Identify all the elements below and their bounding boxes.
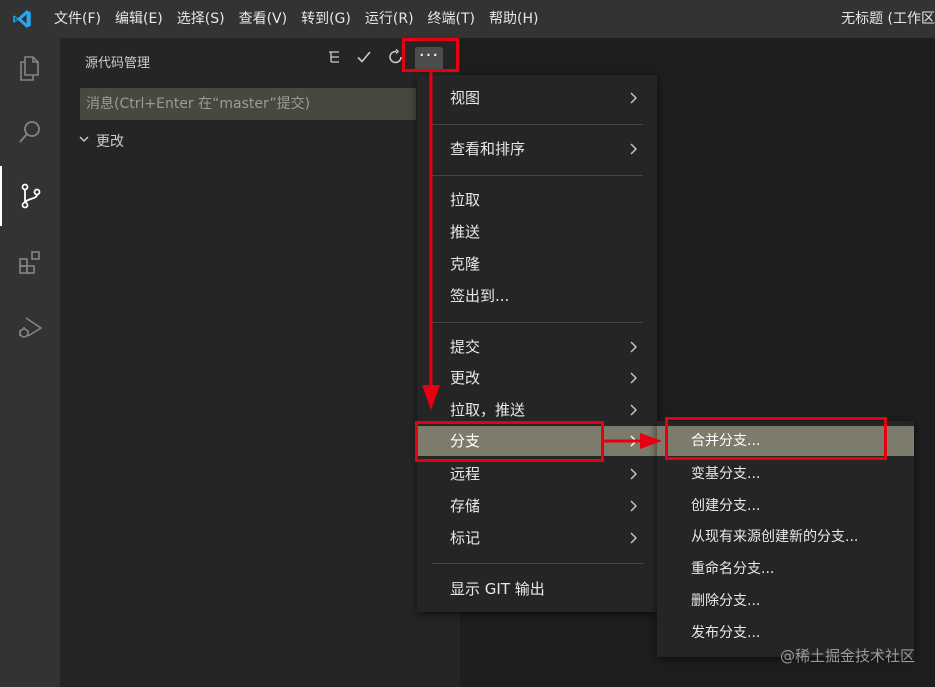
submenu-item-delete-branch[interactable]: 删除分支... xyxy=(657,586,914,616)
menu-separator xyxy=(432,322,643,323)
menu-view[interactable]: 查看(V) xyxy=(232,0,295,38)
menu-selection[interactable]: 选择(S) xyxy=(170,0,232,38)
menu-item-pull[interactable]: 拉取 xyxy=(417,185,657,215)
panel-title: 源代码管理 xyxy=(85,56,151,71)
chevron-down-icon xyxy=(78,133,90,149)
menu-item-remote[interactable]: 远程 xyxy=(417,459,657,489)
menu-item-checkout[interactable]: 签出到... xyxy=(417,281,657,311)
menu-item-label: 拉取，推送 xyxy=(450,401,526,419)
menu-item-label: 签出到... xyxy=(450,287,510,305)
submenu-item-create-branch[interactable]: 创建分支... xyxy=(657,491,914,521)
menu-separator xyxy=(432,563,643,564)
menu-item-view-sort[interactable]: 查看和排序 xyxy=(417,134,657,164)
source-control-icon[interactable] xyxy=(0,166,60,226)
menu-item-label: 从现有来源创建新的分支... xyxy=(691,529,859,545)
chevron-right-icon xyxy=(629,134,639,164)
chevron-right-icon xyxy=(629,459,639,489)
menu-item-label: 远程 xyxy=(450,465,481,483)
menu-item-label: 变基分支... xyxy=(691,466,761,482)
chevron-right-icon xyxy=(629,395,639,425)
chevron-right-icon xyxy=(629,83,639,113)
changes-label: 更改 xyxy=(96,134,124,150)
menu-separator xyxy=(432,175,643,176)
menu-item-view[interactable]: 视图 xyxy=(417,83,657,113)
chevron-right-icon xyxy=(629,491,639,521)
changes-group[interactable]: 更改 xyxy=(78,130,124,152)
menu-item-label: 删除分支... xyxy=(691,593,761,609)
menu-item-changes[interactable]: 更改 xyxy=(417,363,657,393)
menu-item-label: 创建分支... xyxy=(691,498,761,514)
menu-item-label: 推送 xyxy=(450,223,481,241)
menu-item-label: 提交 xyxy=(450,338,481,356)
check-icon[interactable] xyxy=(353,46,375,68)
watermark: @稀土掘金技术社区 xyxy=(779,647,915,665)
annotation-box-more-button xyxy=(402,38,459,72)
vscode-logo-icon xyxy=(0,0,44,38)
menu-item-commit[interactable]: 提交 xyxy=(417,332,657,362)
menu-item-label: 克隆 xyxy=(450,255,481,273)
menu-run[interactable]: 运行(R) xyxy=(358,0,421,38)
menu-help[interactable]: 帮助(H) xyxy=(482,0,545,38)
title-bar: 文件(F) 编辑(E) 选择(S) 查看(V) 转到(G) 运行(R) 终端(T… xyxy=(0,0,935,38)
more-actions-menu: 视图 查看和排序 拉取 推送 克隆 签出到... 提交 更改 拉取，推送 分支 … xyxy=(417,75,657,612)
chevron-right-icon xyxy=(629,523,639,553)
menu-item-label: 标记 xyxy=(450,529,481,547)
extensions-icon[interactable] xyxy=(0,232,60,292)
chevron-right-icon xyxy=(629,363,639,393)
submenu-item-create-branch-from[interactable]: 从现有来源创建新的分支... xyxy=(657,522,914,552)
activity-bar xyxy=(0,38,60,687)
commit-message-input[interactable] xyxy=(80,88,416,120)
chevron-right-icon xyxy=(629,426,639,456)
menu-item-push[interactable]: 推送 xyxy=(417,217,657,247)
run-debug-icon[interactable] xyxy=(0,298,60,358)
menu-item-label: 拉取 xyxy=(450,191,481,209)
menu-item-label: 更改 xyxy=(450,369,481,387)
menu-terminal[interactable]: 终端(T) xyxy=(421,0,482,38)
annotation-box-branch xyxy=(415,421,604,462)
search-icon[interactable] xyxy=(0,102,60,162)
menu-go[interactable]: 转到(G) xyxy=(294,0,358,38)
menu-item-label: 发布分支... xyxy=(691,625,761,641)
submenu-item-rename-branch[interactable]: 重命名分支... xyxy=(657,554,914,584)
menu-item-show-git-output[interactable]: 显示 GIT 输出 xyxy=(417,574,657,604)
menu-file[interactable]: 文件(F) xyxy=(47,0,108,38)
menu-item-label: 重命名分支... xyxy=(691,561,775,577)
menu-item-tags[interactable]: 标记 xyxy=(417,523,657,553)
menu-item-label: 查看和排序 xyxy=(450,140,526,158)
submenu-item-rebase-branch[interactable]: 变基分支... xyxy=(657,459,914,489)
chevron-right-icon xyxy=(629,332,639,362)
menu-edit[interactable]: 编辑(E) xyxy=(108,0,170,38)
tree-view-icon[interactable] xyxy=(323,46,345,68)
menu-separator xyxy=(432,124,643,125)
menu-item-label: 存储 xyxy=(450,497,481,515)
menu-item-label: 视图 xyxy=(450,89,481,107)
menu-item-stash[interactable]: 存储 xyxy=(417,491,657,521)
window-title: 无标题 (工作区 xyxy=(841,11,935,27)
menu-item-label: 显示 GIT 输出 xyxy=(450,580,545,598)
menu-item-clone[interactable]: 克隆 xyxy=(417,249,657,279)
annotation-box-merge-branch xyxy=(665,417,887,460)
explorer-icon[interactable] xyxy=(0,38,60,98)
submenu-item-publish-branch[interactable]: 发布分支... xyxy=(657,618,914,648)
